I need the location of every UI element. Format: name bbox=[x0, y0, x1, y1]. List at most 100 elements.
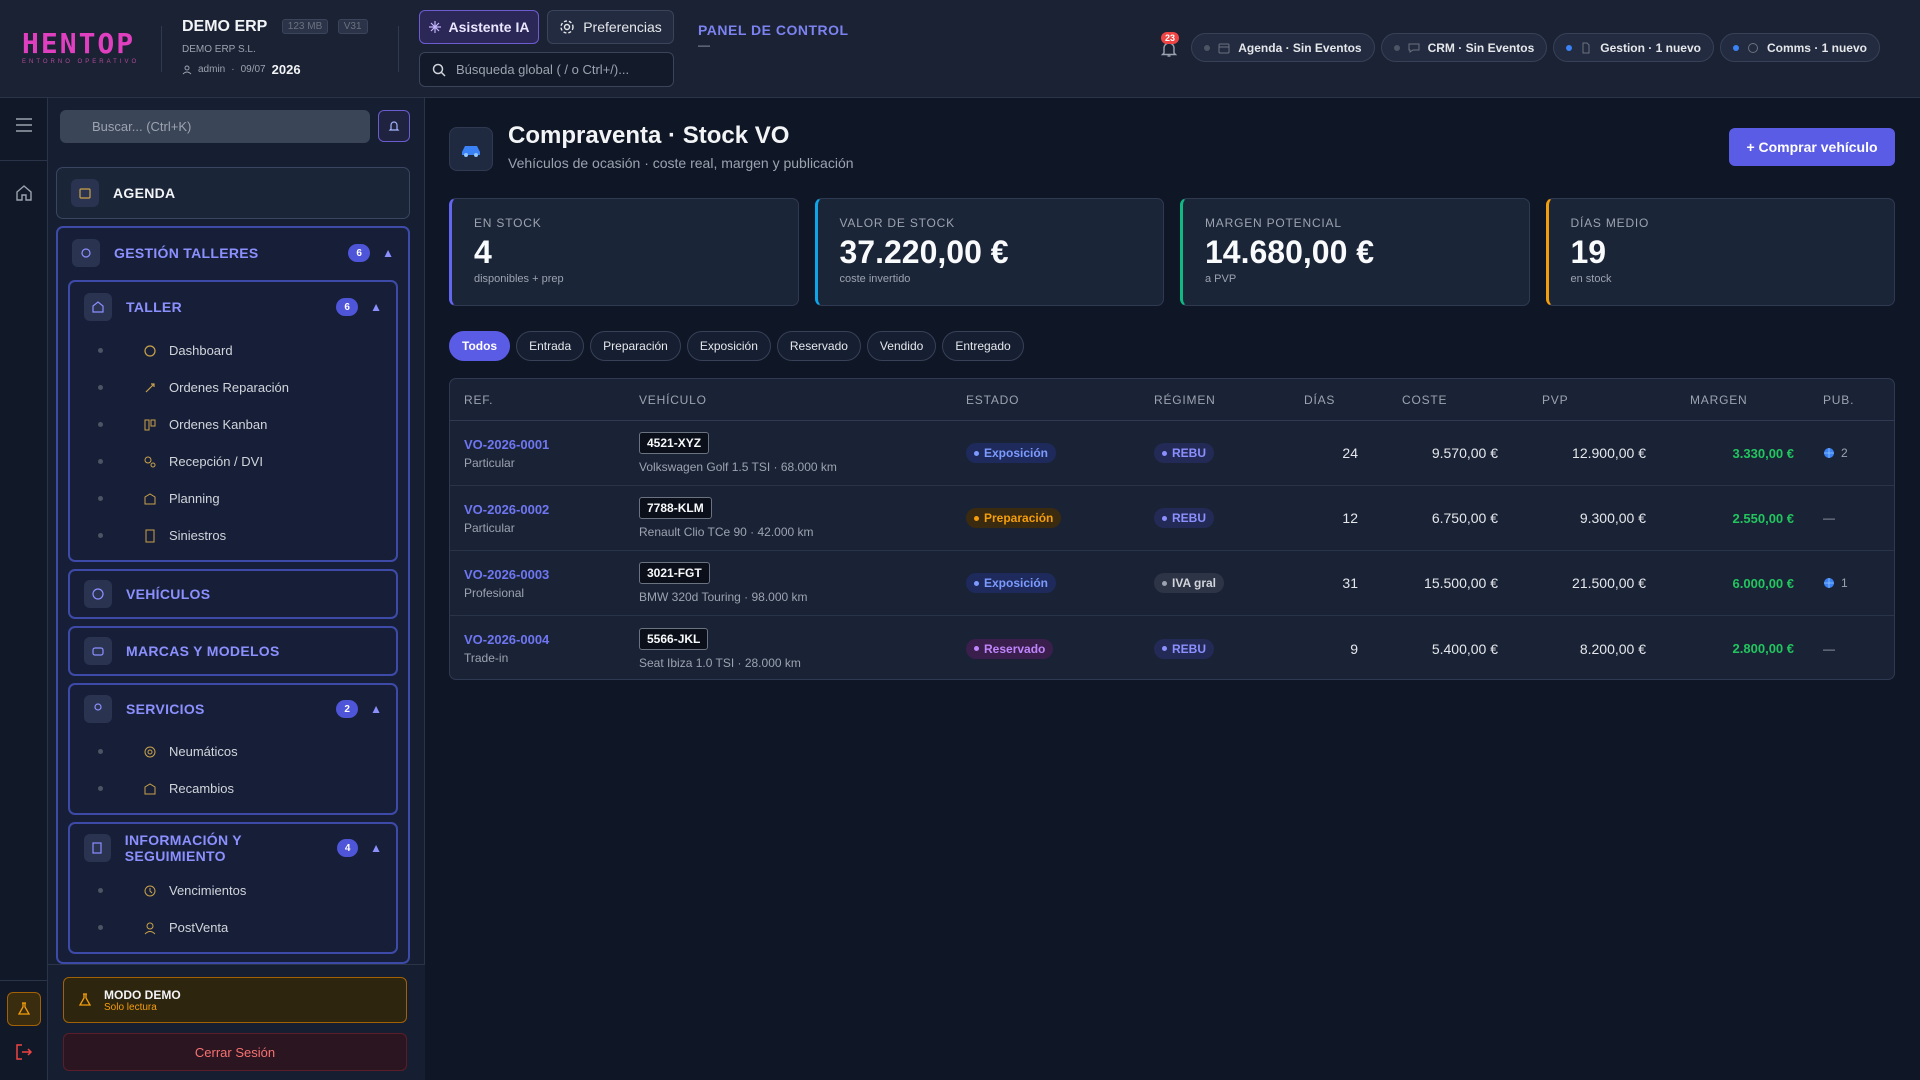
control-panel-link[interactable]: PANEL DE CONTROL — bbox=[698, 22, 849, 52]
col-regimen[interactable]: RÉGIMEN bbox=[1140, 393, 1278, 407]
status-badge: Exposición bbox=[966, 573, 1057, 594]
tab-reservado[interactable]: Reservado bbox=[776, 331, 861, 361]
tab-vendido[interactable]: Vendido bbox=[866, 331, 937, 361]
demo-mode-button[interactable] bbox=[7, 992, 41, 1026]
chevron-up-icon[interactable]: ▲ bbox=[382, 246, 394, 260]
pill-agenda[interactable]: Agenda · Sin Eventos bbox=[1191, 33, 1375, 62]
taller-items: Dashboard Ordenes Reparación Ordenes Kan… bbox=[70, 332, 396, 560]
publication-empty: — bbox=[1823, 511, 1835, 525]
preferences-button[interactable]: Preferencias bbox=[547, 10, 674, 44]
tab-todos[interactable]: Todos bbox=[449, 331, 511, 361]
globe-icon bbox=[1824, 448, 1834, 458]
logout-rail-button[interactable] bbox=[12, 1040, 36, 1064]
group-header-taller[interactable]: TALLER 6 ▲ bbox=[70, 282, 396, 332]
tab-entrada[interactable]: Entrada bbox=[516, 331, 585, 361]
sidebar-item-agenda[interactable]: AGENDA bbox=[56, 167, 410, 219]
garage-icon bbox=[84, 293, 112, 321]
kpi-label: MARGEN POTENCIAL bbox=[1205, 216, 1342, 230]
col-estado[interactable]: ESTADO bbox=[952, 393, 1140, 407]
license-plate: 5566-JKL bbox=[639, 627, 709, 650]
group-header-servicios[interactable]: SERVICIOS 2 ▲ bbox=[70, 685, 396, 733]
sidebar-item-vehiculos[interactable]: VEHÍCULOS bbox=[68, 569, 398, 619]
demo-mode-title: MODO DEMO bbox=[104, 987, 181, 1002]
row-ref-link[interactable]: VO-2026-0002 bbox=[464, 502, 625, 517]
group-header-gestion[interactable]: GESTIÓN TALLERES 6 ▲ bbox=[58, 228, 408, 278]
sidebar-notify-button[interactable] bbox=[378, 110, 410, 142]
notifications-button[interactable]: 23 bbox=[1158, 32, 1180, 58]
sidebar-item-recambios[interactable]: Recambios bbox=[70, 770, 396, 807]
kpi-label: EN STOCK bbox=[474, 216, 542, 230]
sidebar-item-marcas-modelos[interactable]: MARCAS Y MODELOS bbox=[68, 626, 398, 676]
expiry-icon bbox=[141, 882, 159, 900]
license-plate: 7788-KLM bbox=[639, 497, 712, 519]
repair-icon bbox=[141, 379, 159, 397]
chevron-up-icon[interactable]: ▲ bbox=[370, 841, 382, 855]
tab-preparacion[interactable]: Preparación bbox=[590, 331, 681, 361]
tab-entregado[interactable]: Entregado bbox=[942, 331, 1024, 361]
bullet bbox=[98, 533, 103, 538]
status-badge: Reservado bbox=[966, 638, 1054, 659]
sidebar-item-planning[interactable]: Planning bbox=[70, 480, 396, 517]
sidebar-item-label: Dashboard bbox=[169, 343, 233, 358]
menu-toggle-button[interactable] bbox=[12, 113, 36, 137]
license-plate: 4521-XYZ bbox=[639, 432, 710, 454]
control-panel-sub: — bbox=[698, 38, 710, 52]
chevron-up-icon[interactable]: ▲ bbox=[370, 702, 382, 716]
search-icon bbox=[432, 63, 446, 77]
row-ref-link[interactable]: VO-2026-0003 bbox=[464, 567, 625, 582]
col-pvp[interactable]: PVP bbox=[1498, 393, 1646, 407]
hamburger-icon bbox=[16, 118, 32, 132]
col-vehiculo[interactable]: VEHÍCULO bbox=[625, 393, 952, 407]
flask-icon bbox=[17, 1002, 31, 1015]
postsale-icon bbox=[141, 919, 159, 937]
ai-assistant-label: Asistente IA bbox=[448, 19, 530, 35]
bullet bbox=[98, 348, 103, 353]
table-row[interactable]: VO-2026-0001 Particular 4521-XYZ Volkswage… bbox=[450, 421, 1894, 486]
pill-comms[interactable]: Comms · 1 nuevo bbox=[1719, 33, 1880, 62]
col-ref[interactable]: REF. bbox=[450, 393, 625, 407]
sidebar-item-dashboard[interactable]: Dashboard bbox=[70, 332, 396, 369]
pill-gestion[interactable]: Gestion · 1 nuevo bbox=[1553, 33, 1714, 62]
cell-coste: 6.750,00 € bbox=[1431, 510, 1498, 526]
sidebar-item-vencimientos[interactable]: Vencimientos bbox=[70, 872, 396, 909]
tab-exposicion[interactable]: Exposición bbox=[686, 331, 771, 361]
logo[interactable]: HENTOP ENTORNO OPERATIVO bbox=[22, 30, 142, 66]
col-pub[interactable]: PUB. bbox=[1794, 393, 1884, 407]
table-row[interactable]: VO-2026-0002 Particular 7788-KLM Renault C… bbox=[450, 486, 1894, 551]
current-date: 09/07 bbox=[240, 64, 266, 75]
sidebar-item-ordenes-kanban[interactable]: Ordenes Kanban bbox=[70, 406, 396, 443]
col-dias[interactable]: DÍAS bbox=[1278, 393, 1358, 407]
pill-crm[interactable]: CRM · Sin Eventos bbox=[1380, 33, 1548, 62]
row-ref-link[interactable]: VO-2026-0004 bbox=[464, 632, 625, 647]
parts-icon bbox=[141, 780, 159, 798]
company-name: DEMO ERP S.L. bbox=[182, 44, 256, 55]
home-button[interactable] bbox=[12, 181, 36, 205]
sidebar-item-ordenes-reparacion[interactable]: Ordenes Reparación bbox=[70, 369, 396, 406]
row-ref-link[interactable]: VO-2026-0001 bbox=[464, 437, 625, 452]
kpi-dias-medio: DÍAS MEDIO 19 en stock bbox=[1545, 198, 1895, 306]
row-seller-type: Particular bbox=[464, 455, 515, 470]
table-row[interactable]: VO-2026-0004 Trade-in 5566-JKL Seat Ibiza … bbox=[450, 616, 1894, 679]
global-search-input[interactable]: Búsqueda global ( / o Ctrl+/)... bbox=[419, 52, 674, 87]
chevron-up-icon[interactable]: ▲ bbox=[370, 300, 382, 314]
table-row[interactable]: VO-2026-0003 Profesional 3021-FGT BMW 320d… bbox=[450, 551, 1894, 616]
logout-button[interactable]: Cerrar Sesión bbox=[63, 1033, 407, 1071]
sidebar-search-placeholder: Buscar... (Ctrl+K) bbox=[92, 119, 192, 134]
sidebar-search-input[interactable]: Buscar... (Ctrl+K) bbox=[60, 110, 370, 143]
col-coste[interactable]: COSTE bbox=[1358, 393, 1498, 407]
license-plate: 3021-FGT bbox=[639, 562, 710, 584]
group-header-informacion[interactable]: INFORMACIÓN Y SEGUIMIENTO 4 ▲ bbox=[70, 824, 396, 872]
sidebar-item-siniestros[interactable]: Siniestros bbox=[70, 517, 396, 554]
vehicle-description: Renault Clio TCe 90 · 42.000 km bbox=[639, 525, 814, 539]
pill-gestion-label: Gestion · 1 nuevo bbox=[1600, 40, 1701, 55]
sidebar-item-recepcion-dvi[interactable]: Recepción / DVI bbox=[70, 443, 396, 480]
buy-vehicle-button[interactable]: + Comprar vehículo bbox=[1729, 128, 1895, 166]
col-margen[interactable]: MARGEN bbox=[1646, 393, 1794, 407]
sidebar-nav: AGENDA GESTIÓN TALLERES 6 ▲ TALLER 6 ▲ D… bbox=[56, 167, 410, 1062]
ai-assistant-button[interactable]: Asistente IA bbox=[419, 10, 539, 44]
calendar-icon bbox=[1218, 43, 1230, 53]
sidebar-item-neumaticos[interactable]: Neumáticos bbox=[70, 733, 396, 770]
sidebar-item-label: AGENDA bbox=[113, 185, 176, 201]
sidebar-item-postventa[interactable]: PostVenta bbox=[70, 909, 396, 946]
chat-icon bbox=[1408, 43, 1420, 53]
